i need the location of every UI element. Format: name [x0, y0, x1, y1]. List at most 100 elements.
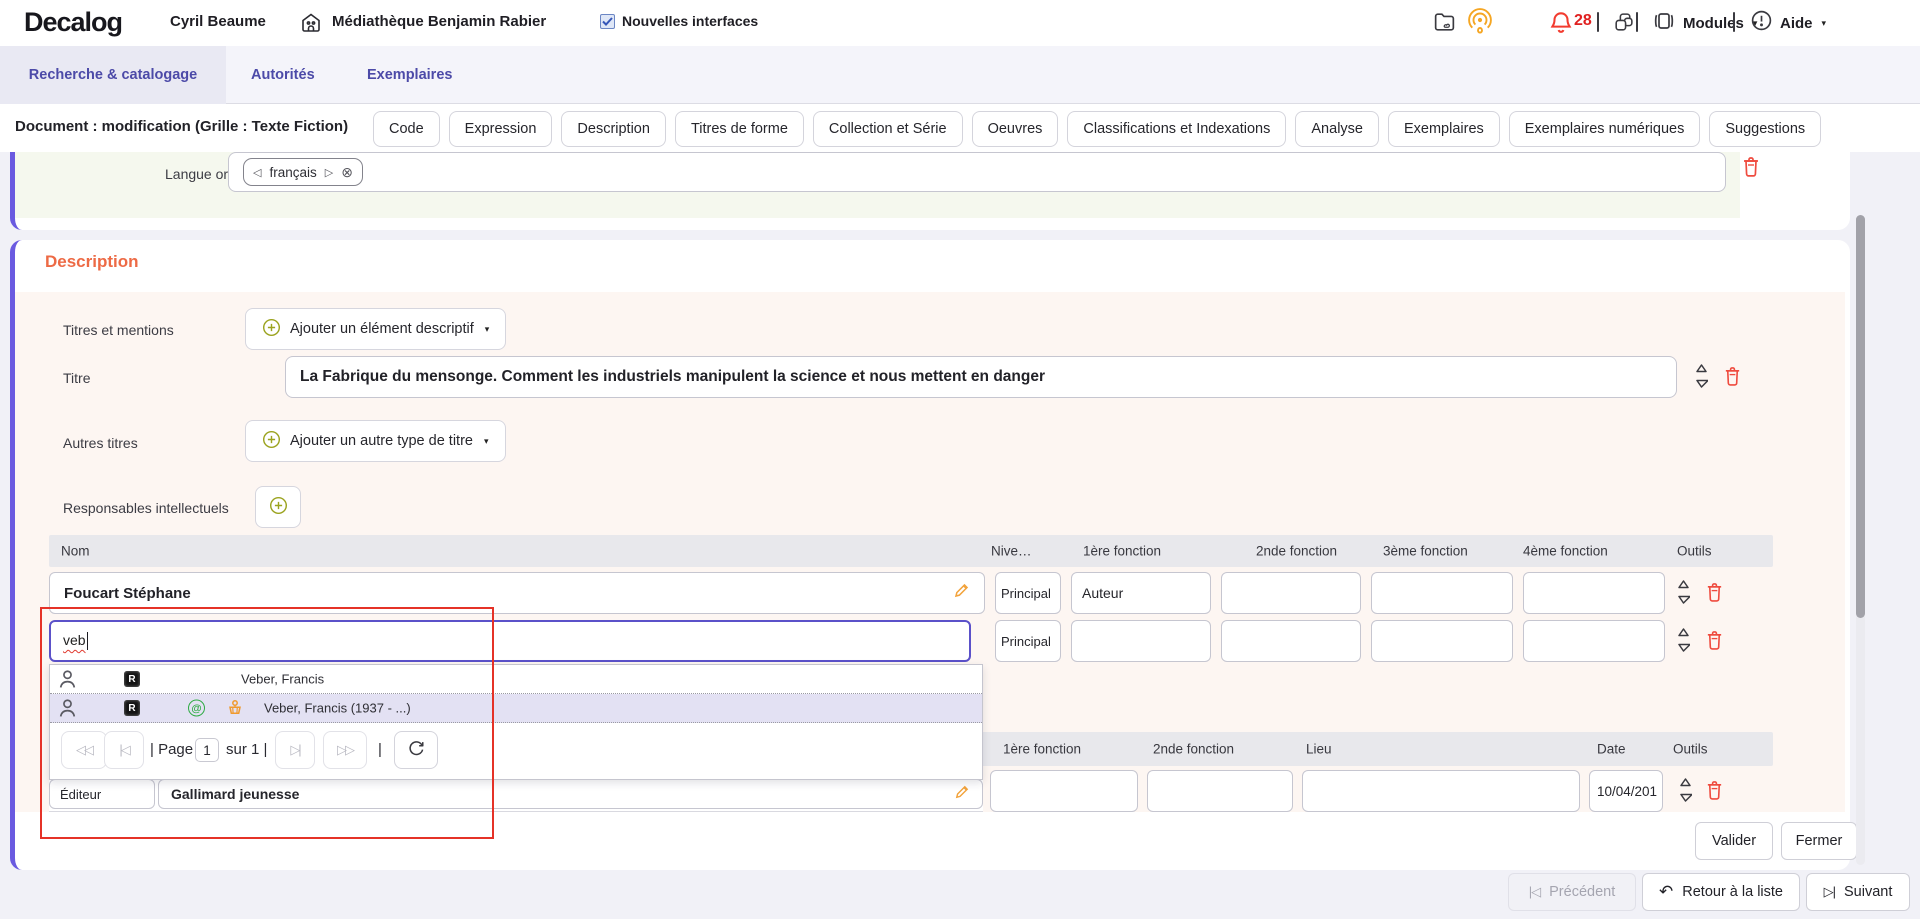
plus-circle-icon [262, 430, 281, 453]
document-mode-title: Document : modification (Grille : Texte … [15, 118, 348, 135]
section-button-code[interactable]: Code [373, 111, 440, 147]
tab-autorites[interactable]: Autorités [251, 46, 315, 104]
move-left-icon[interactable]: ◁ [253, 166, 261, 179]
langue-originale-card: Langue originale ◁ français ▷ ⊗ [10, 150, 1850, 230]
responsable-fonction3-input[interactable] [1371, 620, 1513, 662]
edition-fonction1-input[interactable] [990, 770, 1138, 812]
arrow-bar-left-icon: |◁ [1529, 884, 1540, 900]
modules-menu[interactable]: Modules ▾ [1652, 0, 1757, 46]
folder-cloud-icon[interactable] [1432, 10, 1457, 40]
delete-row-icon[interactable] [1705, 582, 1724, 603]
delete-langue-icon[interactable] [1741, 156, 1761, 178]
sort-order-icon[interactable] [1677, 578, 1690, 606]
library-name[interactable]: Médiathèque Benjamin Rabier [332, 13, 546, 30]
section-button-collection-serie[interactable]: Collection et Série [813, 111, 963, 147]
delete-titre-icon[interactable] [1723, 366, 1742, 387]
edition-fonction2-input[interactable] [1147, 770, 1293, 812]
sort-order-icon[interactable] [1679, 776, 1692, 804]
column-header-fonction1: 1ère fonction [1003, 742, 1081, 757]
precedent-button[interactable]: |◁ Précédent [1508, 873, 1636, 911]
valider-button[interactable]: Valider [1695, 822, 1773, 860]
section-button-analyse[interactable]: Analyse [1295, 111, 1379, 147]
new-interfaces-label: Nouvelles interfaces [622, 13, 758, 29]
user-name[interactable]: Cyril Beaume [170, 13, 266, 30]
retour-liste-label: Retour à la liste [1682, 884, 1783, 900]
decalog-logo: Decalog [24, 7, 122, 38]
section-button-exemplaires[interactable]: Exemplaires [1388, 111, 1500, 147]
edition-lieu-input[interactable] [1302, 770, 1580, 812]
langue-value-tag[interactable]: ◁ français ▷ ⊗ [243, 158, 363, 186]
podcast-signal-icon[interactable] [1466, 8, 1494, 41]
help-label: Aide [1780, 15, 1813, 32]
sort-order-icon[interactable] [1677, 626, 1690, 654]
responsable-niveau-input[interactable]: Principal [995, 620, 1061, 662]
sort-order-icon[interactable] [1695, 362, 1708, 390]
caret-down-icon: ▾ [1822, 18, 1827, 29]
add-title-type-label: Ajouter un autre type de titre [290, 433, 473, 449]
responsable-fonction2-input[interactable] [1221, 620, 1361, 662]
edit-pencil-icon[interactable] [954, 784, 970, 805]
responsable-fonction1-input[interactable] [1071, 620, 1211, 662]
top-header: Decalog Cyril Beaume Médiathèque Benjami… [0, 0, 1920, 46]
column-header-nom: Nom [61, 544, 90, 559]
retour-liste-button[interactable]: ↶ Retour à la liste [1642, 873, 1800, 911]
windows-copy-icon[interactable] [1612, 11, 1635, 39]
column-header-date: Date [1597, 742, 1626, 757]
form-scrollbar-thumb[interactable] [1856, 215, 1865, 618]
responsable-fonction2-input[interactable] [1221, 572, 1361, 614]
tab-exemplaires[interactable]: Exemplaires [367, 46, 452, 104]
notification-count-badge[interactable]: 28 [1574, 12, 1592, 30]
add-title-type-button[interactable]: Ajouter un autre type de titre ▾ [245, 420, 506, 462]
form-scrollbar-track[interactable] [1856, 215, 1865, 865]
section-button-suggestions[interactable]: Suggestions [1709, 111, 1821, 147]
responsable-nom-value: Foucart Stéphane [50, 585, 191, 602]
responsable-fonction4-input[interactable] [1523, 620, 1665, 662]
delete-row-icon[interactable] [1705, 780, 1724, 801]
section-button-description[interactable]: Description [561, 111, 666, 147]
responsable-niveau-input[interactable]: Principal [995, 572, 1061, 614]
responsables-table-header: Nom Nive… 1ère fonction 2nde fonction 3è… [49, 535, 1773, 567]
column-header-fonction4: 4ème fonction [1523, 544, 1608, 559]
column-header-lieu: Lieu [1306, 742, 1332, 757]
suivant-button[interactable]: ▷| Suivant [1806, 873, 1910, 911]
help-menu[interactable]: Aide ▾ [1750, 0, 1826, 46]
header-divider [1733, 12, 1735, 32]
section-button-oeuvres[interactable]: Oeuvres [972, 111, 1059, 147]
column-header-outils: Outils [1673, 742, 1708, 757]
new-interfaces-checkbox[interactable] [600, 14, 615, 29]
add-responsable-button[interactable] [255, 486, 301, 528]
annotation-highlight-rectangle [40, 607, 494, 839]
section-button-exemplaires-numeriques[interactable]: Exemplaires numériques [1509, 111, 1701, 147]
responsable-fonction1-input[interactable]: Auteur [1071, 572, 1211, 614]
titre-input[interactable]: La Fabrique du mensonge. Comment les ind… [285, 356, 1677, 398]
main-tabbar: Recherche & catalogage Autorités Exempla… [0, 46, 1920, 104]
module-cube-icon [1652, 9, 1676, 38]
column-header-fonction2: 2nde fonction [1256, 544, 1337, 559]
column-header-outils: Outils [1677, 544, 1712, 559]
langue-originale-input[interactable]: ◁ français ▷ ⊗ [228, 152, 1726, 192]
document-toolbar: Document : modification (Grille : Texte … [0, 104, 1920, 152]
tab-recherche-catalogage[interactable]: Recherche & catalogage [0, 46, 226, 104]
library-building-icon [299, 10, 323, 40]
section-button-titres-de-forme[interactable]: Titres de forme [675, 111, 804, 147]
header-divider [1636, 12, 1638, 32]
description-section-title: Description [45, 252, 139, 272]
titres-mentions-label: Titres et mentions [63, 322, 174, 338]
decalog-app: Decalog Cyril Beaume Médiathèque Benjami… [0, 0, 1920, 919]
titre-label: Titre [63, 370, 90, 386]
responsable-fonction3-input[interactable] [1371, 572, 1513, 614]
plus-circle-icon [262, 318, 281, 341]
add-descriptive-element-button[interactable]: Ajouter un élément descriptif ▾ [245, 308, 506, 350]
section-button-classifications[interactable]: Classifications et Indexations [1067, 111, 1286, 147]
plus-circle-icon [269, 496, 288, 519]
fermer-button[interactable]: Fermer [1781, 822, 1857, 860]
grid-section-buttons: Code Expression Description Titres de fo… [373, 111, 1920, 147]
edition-date-input[interactable]: 10/04/201 [1589, 770, 1663, 812]
move-right-icon[interactable]: ▷ [325, 166, 333, 179]
notifications-bell-icon[interactable] [1548, 9, 1574, 41]
edit-pencil-icon[interactable] [953, 582, 970, 604]
remove-tag-icon[interactable]: ⊗ [341, 164, 353, 181]
delete-row-icon[interactable] [1705, 630, 1724, 651]
section-button-expression[interactable]: Expression [449, 111, 553, 147]
responsable-fonction4-input[interactable] [1523, 572, 1665, 614]
